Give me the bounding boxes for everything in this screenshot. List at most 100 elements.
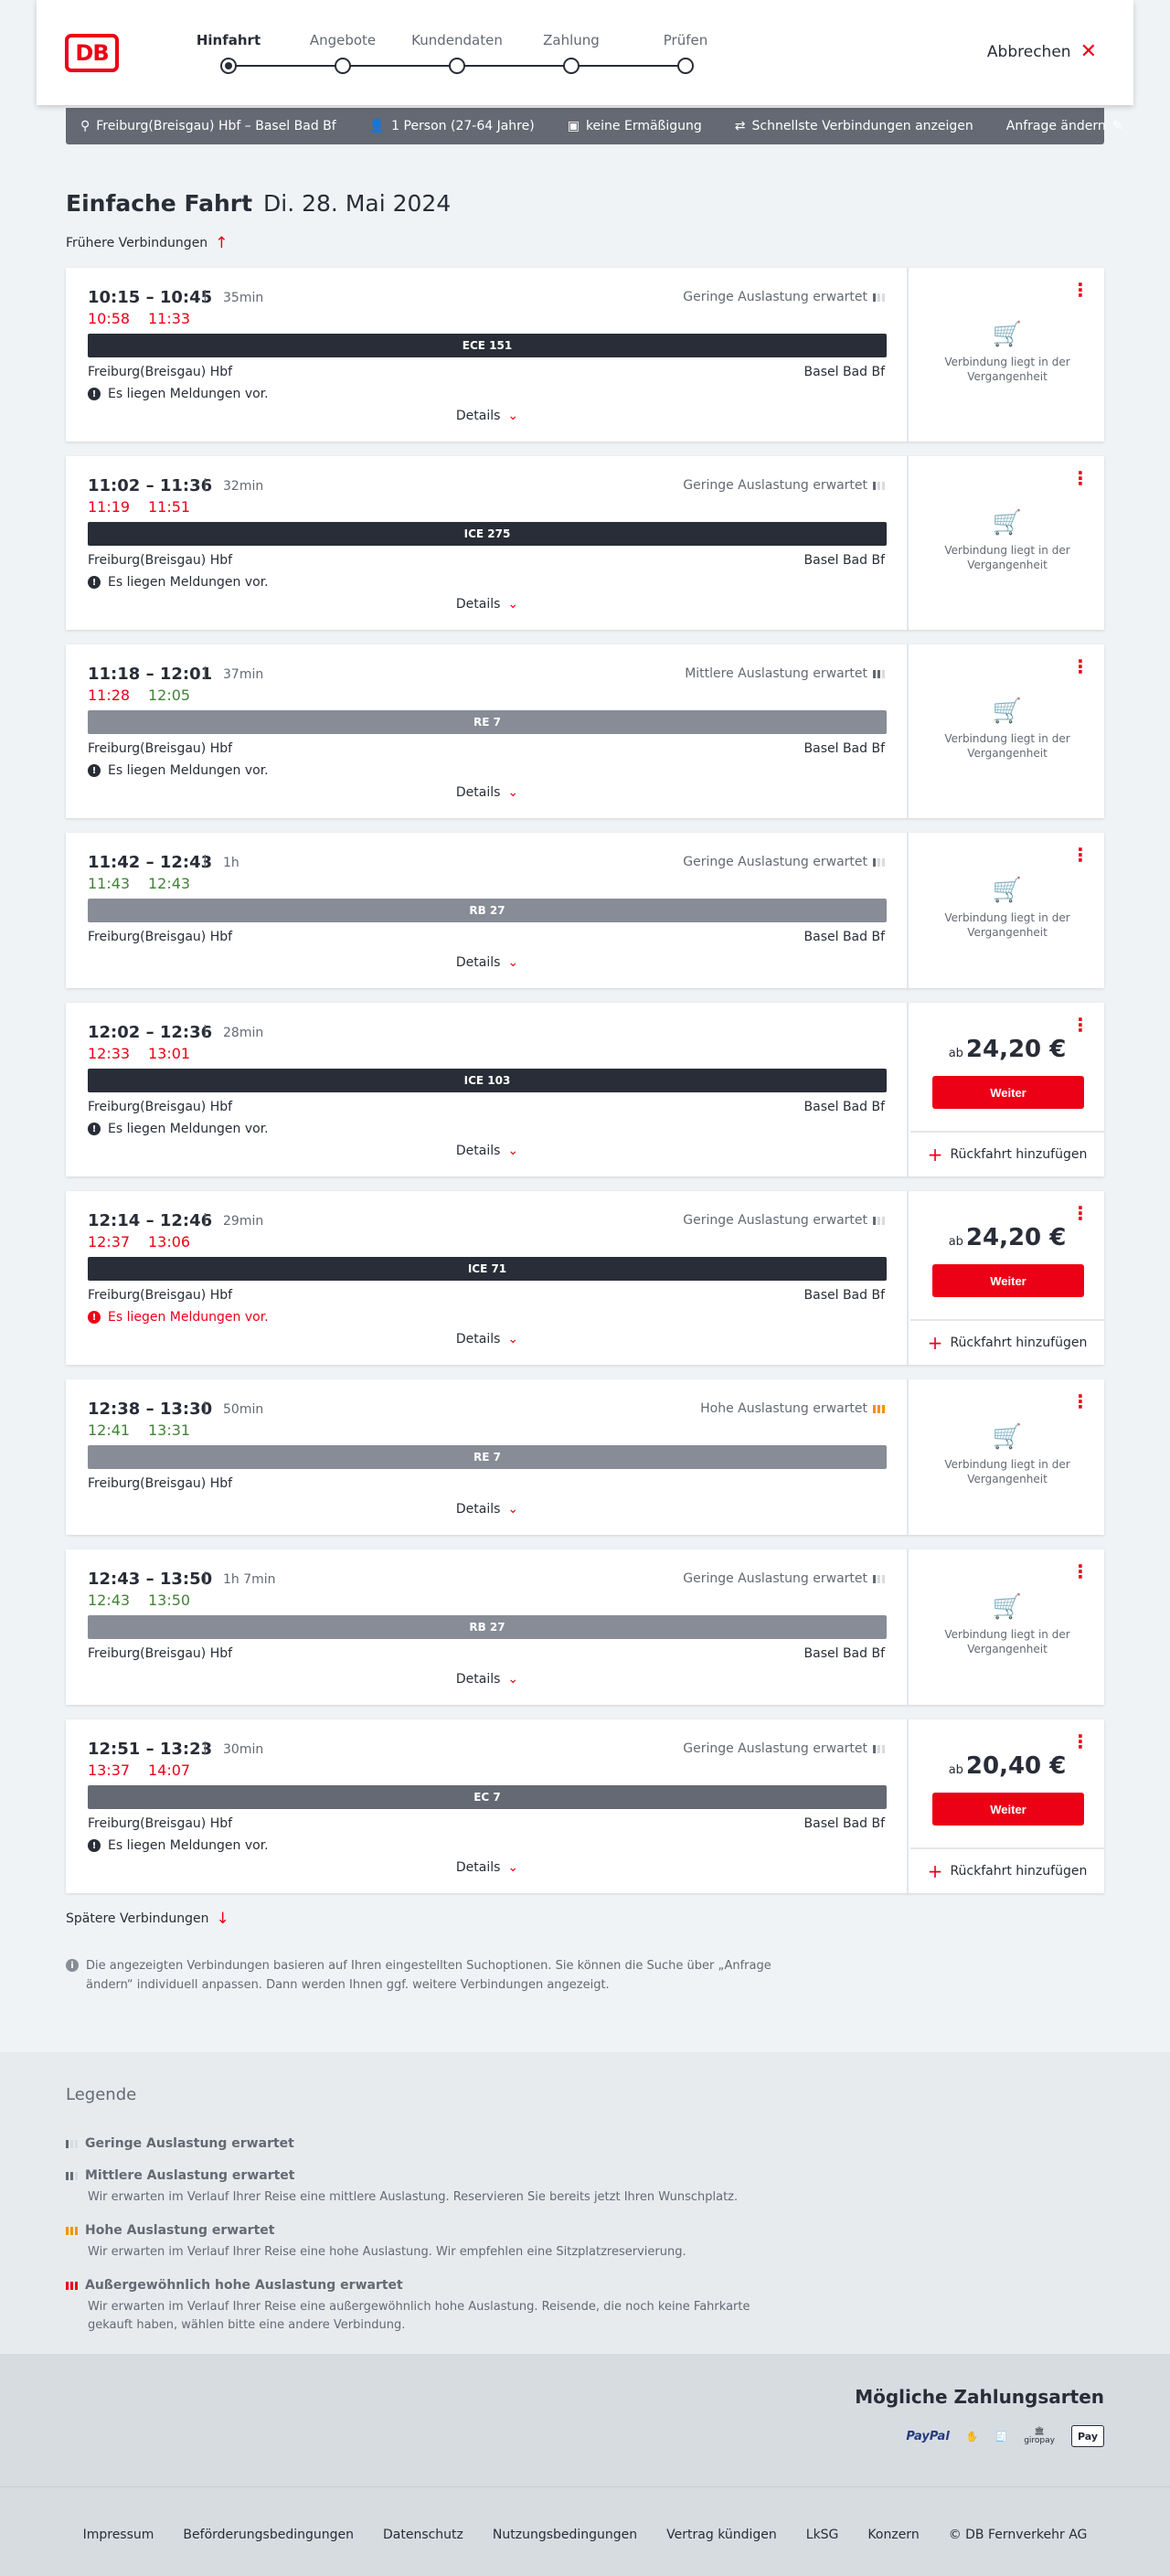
occupancy-icon: [873, 1574, 885, 1583]
price: ab 24,20 €: [910, 1036, 1104, 1063]
train-bar[interactable]: RE 7: [88, 1445, 887, 1469]
departure-station: Freiburg(Breisgau) Hbf: [88, 1646, 233, 1661]
change-request-label: Anfrage ändern: [1005, 119, 1106, 133]
duration: 28min: [223, 1026, 264, 1040]
more-options-icon[interactable]: ⋮: [1071, 1014, 1090, 1036]
giropay-label: giropay: [1024, 2436, 1055, 2445]
sepa-invoice-icon: 🧾: [994, 2430, 1008, 2443]
notice-text: Es liegen Meldungen vor.: [108, 575, 269, 590]
legend-title: Legende: [66, 2085, 137, 2104]
add-return-button[interactable]: + Rückfahrt hinzufügen: [910, 1319, 1104, 1365]
separator: |: [203, 477, 207, 492]
more-options-icon[interactable]: ⋮: [1071, 279, 1090, 301]
duration: 35min: [223, 291, 264, 305]
occupancy-text: Geringe Auslastung erwartet: [683, 1741, 867, 1756]
legend-item-title: Mittlere Auslastung erwartet: [66, 2168, 779, 2183]
more-options-icon[interactable]: ⋮: [1071, 655, 1090, 677]
occupancy-icon: [66, 2226, 78, 2235]
details-toggle[interactable]: Details ⌄: [66, 597, 909, 612]
arrival-station: Basel Bad Bf: [803, 1646, 885, 1661]
details-toggle[interactable]: Details ⌄: [66, 955, 909, 970]
price-value: 24,20 €: [965, 1224, 1067, 1251]
connection-main: 11:02 – 11:36 | 32min 11:19 11:51 Geringe Aus…: [66, 456, 909, 630]
continue-button[interactable]: Weiter: [932, 1264, 1084, 1297]
earlier-connections-link[interactable]: Frühere Verbindungen ↑: [66, 234, 228, 252]
scheduled-times: 12:38 – 13:30: [88, 1400, 213, 1419]
train-bar[interactable]: ICE 103: [88, 1069, 887, 1092]
connection-card[interactable]: 12:38 – 13:30 | 50min 12:41 13:31 Hohe Auslas…: [66, 1379, 1104, 1535]
continue-button[interactable]: Weiter: [932, 1793, 1084, 1826]
connection-card[interactable]: 10:15 – 10:45 | 35min 10:58 11:33 Geringe Aus…: [66, 268, 1104, 442]
details-toggle[interactable]: Details ⌄: [66, 785, 909, 800]
departure-station: Freiburg(Breisgau) Hbf: [88, 741, 233, 756]
details-toggle[interactable]: Details ⌄: [66, 1332, 909, 1347]
fastest-toggle[interactable]: ⇄ Schnellste Verbindungen anzeigen: [735, 119, 973, 133]
connection-card[interactable]: 12:02 – 12:36 | 28min 12:33 13:01 ICE 103 Frei…: [66, 1003, 1104, 1176]
train-bar[interactable]: RB 27: [88, 1615, 887, 1639]
departure-station: Freiburg(Breisgau) Hbf: [88, 1288, 233, 1303]
giropay-logo: 🏛 giropay: [1024, 2425, 1055, 2447]
past-connection-text: Verbindung liegt in der Vergangenheit: [944, 1458, 1070, 1485]
details-label: Details: [455, 1332, 501, 1347]
warning-icon: !: [88, 1311, 101, 1324]
details-toggle[interactable]: Details ⌄: [66, 1144, 909, 1158]
offer-panel: ⋮ 🛒 Verbindung liegt in der Vergangenheit: [910, 833, 1104, 988]
later-connections-link[interactable]: Spätere Verbindungen ↓: [66, 1910, 229, 1928]
more-options-icon[interactable]: ⋮: [1071, 1390, 1090, 1412]
footer-link[interactable]: Datenschutz: [383, 2528, 463, 2542]
more-options-icon[interactable]: ⋮: [1071, 467, 1090, 489]
train-bar[interactable]: ICE 71: [88, 1257, 887, 1281]
details-toggle[interactable]: Details ⌄: [66, 1672, 909, 1687]
add-return-button[interactable]: + Rückfahrt hinzufügen: [910, 1847, 1104, 1893]
connection-card[interactable]: 12:43 – 13:50 | 1h 7min 12:43 13:50 Geringe A…: [66, 1549, 1104, 1705]
departure-station: Freiburg(Breisgau) Hbf: [88, 1476, 233, 1491]
connection-card[interactable]: 11:02 – 11:36 | 32min 11:19 11:51 Geringe Aus…: [66, 456, 1104, 630]
train-bar[interactable]: ECE 151: [88, 334, 887, 357]
details-toggle[interactable]: Details ⌄: [66, 1502, 909, 1517]
add-return-button[interactable]: + Rückfahrt hinzufügen: [910, 1131, 1104, 1176]
db-logo[interactable]: DB: [65, 34, 119, 72]
offer-panel: ⋮ 🛒 Verbindung liegt in der Vergangenheit: [910, 1379, 1104, 1535]
footer-link[interactable]: Beförderungsbedingungen: [183, 2528, 354, 2542]
chevron-down-icon: ⌄: [507, 597, 519, 612]
separator: |: [203, 1024, 207, 1038]
more-options-icon[interactable]: ⋮: [1071, 844, 1090, 866]
train-bar[interactable]: RB 27: [88, 899, 887, 922]
connection-card[interactable]: 12:14 – 12:46 | 29min 12:37 13:06 Geringe Aus…: [66, 1191, 1104, 1365]
footer-link[interactable]: LkSG: [806, 2528, 839, 2542]
connection-card[interactable]: 11:42 – 12:43 | 1h 11:43 12:43 Geringe Auslas…: [66, 833, 1104, 988]
warning-icon: !: [88, 388, 101, 400]
occupancy-icon: [66, 2171, 78, 2180]
trip-date: Di. 28. Mai 2024: [263, 190, 452, 217]
swap-arrows-icon: ⇄: [734, 119, 746, 133]
realtime-departure: 13:37: [88, 1762, 131, 1779]
occupancy-icon: [873, 481, 885, 490]
footer-link[interactable]: Vertrag kündigen: [666, 2528, 777, 2542]
discount-text: keine Ermäßigung: [585, 119, 702, 133]
legend-item: Mittlere Auslastung erwartet Wir erwarten…: [66, 2168, 779, 2207]
continue-button[interactable]: Weiter: [932, 1076, 1084, 1109]
details-toggle[interactable]: Details ⌄: [66, 409, 909, 423]
connection-card[interactable]: 11:18 – 12:01 | 37min 11:28 12:05 Mittlere Au…: [66, 644, 1104, 818]
footer-link[interactable]: Nutzungsbedingungen: [493, 2528, 637, 2542]
add-return-label: Rückfahrt hinzufügen: [950, 1336, 1088, 1350]
details-toggle[interactable]: Details ⌄: [66, 1860, 909, 1875]
change-request-button[interactable]: Anfrage ändern ✎: [1006, 119, 1123, 133]
departure-station: Freiburg(Breisgau) Hbf: [88, 930, 233, 944]
scheduled-times: 10:15 – 10:45: [88, 288, 213, 307]
connection-card[interactable]: 12:51 – 13:23 | 30min 13:37 14:07 Geringe Aus…: [66, 1719, 1104, 1893]
footer-link[interactable]: Konzern: [867, 2528, 919, 2542]
more-options-icon[interactable]: ⋮: [1071, 1730, 1090, 1752]
cancel-button[interactable]: Abbrechen ✕: [987, 40, 1097, 63]
footer-link[interactable]: Impressum: [83, 2528, 154, 2542]
past-connection-note: 🛒 Verbindung liegt in der Vergangenheit: [910, 878, 1104, 940]
train-bar[interactable]: EC 7: [88, 1785, 887, 1809]
occupancy-info: Geringe Auslastung erwartet: [683, 1213, 885, 1228]
payment-methods-section: Mögliche Zahlungsarten PayPal ✋ 🧾 🏛 girop…: [0, 2354, 1170, 2486]
train-bar[interactable]: ICE 275: [88, 522, 887, 546]
discount-summary: ▣ keine Ermäßigung: [568, 119, 702, 133]
train-bar[interactable]: RE 7: [88, 710, 887, 734]
step-kundendaten-dot: [449, 58, 465, 74]
more-options-icon[interactable]: ⋮: [1071, 1202, 1090, 1224]
more-options-icon[interactable]: ⋮: [1071, 1560, 1090, 1582]
